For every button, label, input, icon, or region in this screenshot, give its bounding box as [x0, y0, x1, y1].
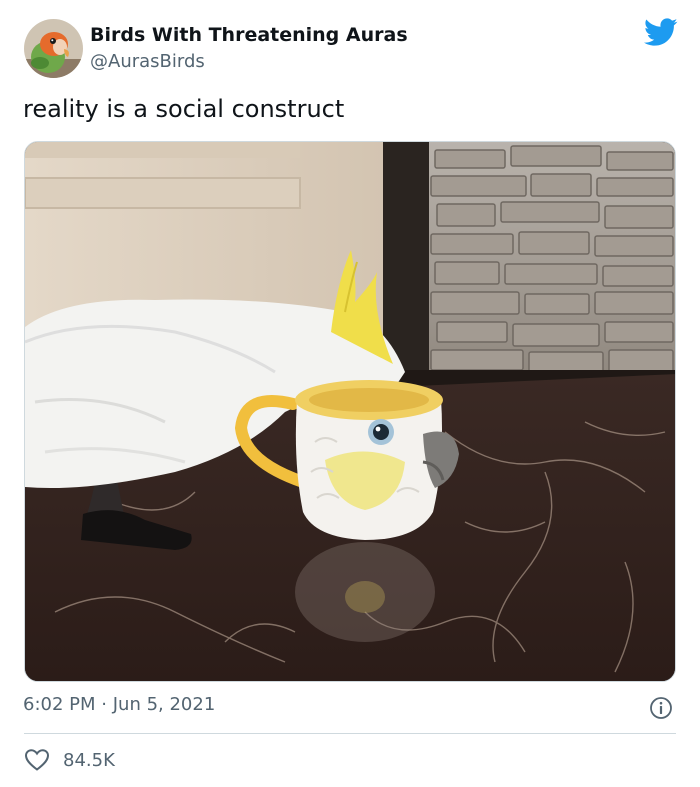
like-button[interactable]: 84.5K: [24, 745, 115, 775]
tweet-text: reality is a social construct: [23, 95, 345, 123]
tweet-photo[interactable]: [24, 141, 676, 682]
tweet-timestamp[interactable]: 6:02 PM · Jun 5, 2021: [23, 694, 215, 715]
tweet-date: Jun 5, 2021: [112, 694, 216, 715]
like-count: 84.5K: [63, 749, 115, 771]
cockatoo-mug-photo-icon: [25, 142, 675, 681]
author-display-name[interactable]: Birds With Threatening Auras: [90, 24, 408, 46]
parrot-avatar-icon: [24, 19, 83, 78]
twitter-bird-icon[interactable]: [644, 18, 678, 48]
divider: [24, 733, 676, 734]
tweet-card: Birds With Threatening Auras @AurasBirds…: [0, 0, 700, 787]
author-avatar[interactable]: [24, 19, 83, 78]
tweet-time: 6:02 PM: [23, 694, 96, 715]
heart-icon: [24, 748, 50, 772]
info-icon[interactable]: [649, 696, 673, 720]
author-handle[interactable]: @AurasBirds: [90, 51, 205, 72]
